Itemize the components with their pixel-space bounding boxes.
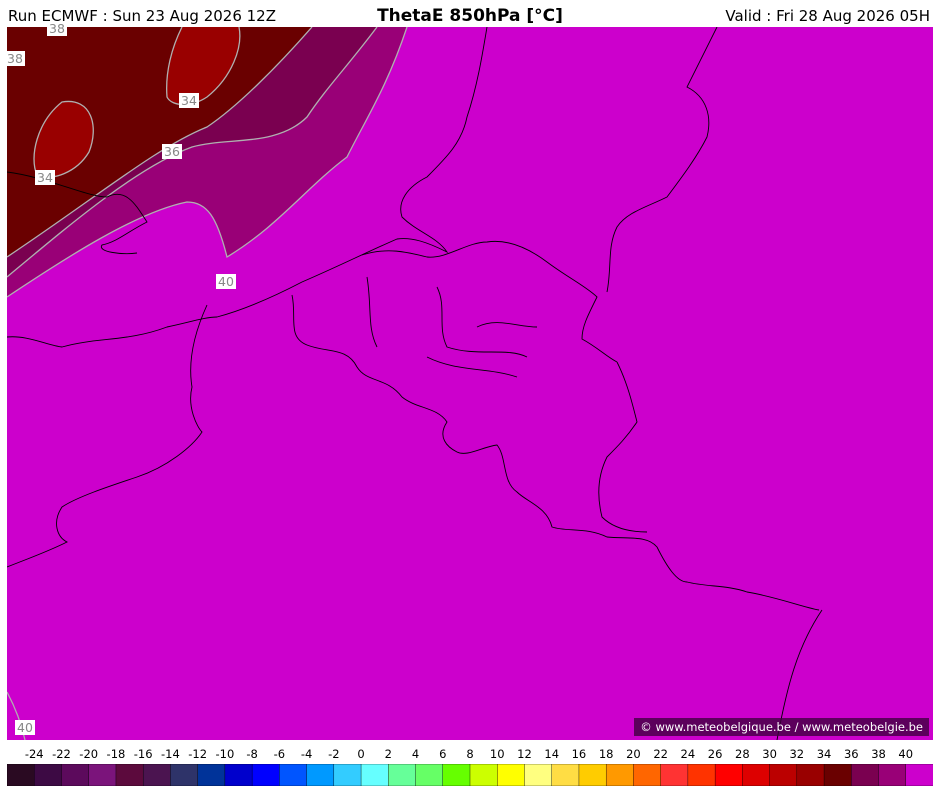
colorbar-swatch — [115, 763, 144, 787]
colorbar-swatch — [415, 763, 444, 787]
credit-label: © www.meteobelgique.be / www.meteobelgie… — [634, 718, 929, 736]
colorbar-swatch — [687, 763, 716, 787]
colorbar-swatch — [605, 763, 635, 787]
contour-label: 40 — [15, 720, 35, 735]
colorbar-tick-label: 18 — [598, 747, 614, 761]
colorbar-tick-label: 40 — [898, 747, 914, 761]
colorbar-swatch — [251, 763, 281, 787]
colorbar-swatch — [34, 763, 63, 787]
contour-label: 40 — [216, 274, 236, 289]
colorbar-tick-label: 16 — [571, 747, 587, 761]
colorbar-swatch — [660, 763, 689, 787]
colorbar-tick-label: 24 — [680, 747, 696, 761]
colorbar-swatch — [142, 763, 172, 787]
colorbar-swatch — [905, 763, 934, 787]
colorbar-swatch — [551, 763, 580, 787]
colorbar-tick-label: 14 — [544, 747, 560, 761]
forecast-map[interactable]: 38 38 34 36 34 40 40 © www.meteobelgique… — [5, 21, 933, 740]
colorbar-tick-label: -10 — [215, 747, 235, 761]
colorbar-swatch — [61, 763, 90, 787]
colorbar-swatch — [497, 763, 526, 787]
colorbar-tick-label: 2 — [384, 747, 392, 761]
colorbar-tick-label: 36 — [843, 747, 859, 761]
colorbar-tick-label: 4 — [411, 747, 420, 761]
contour-label: 34 — [35, 170, 55, 185]
colorbar-tick-label: 28 — [735, 747, 750, 761]
colorbar-tick-label: 8 — [466, 747, 474, 761]
colorbar-swatch — [442, 763, 471, 787]
colorbar-tick-label: 20 — [626, 747, 641, 761]
valid-time: Valid : Fri 28 Aug 2026 05H — [725, 7, 930, 25]
colorbar-tick-label: 12 — [517, 747, 532, 761]
colorbar-tick-label: 30 — [762, 747, 777, 761]
colorbar — [6, 763, 934, 787]
colorbar-tick-label: -4 — [300, 747, 313, 761]
colorbar-swatch — [796, 763, 825, 787]
contour-label: 38 — [5, 51, 25, 66]
contour-label: 38 — [47, 21, 67, 36]
colorbar-tick-label: 34 — [816, 747, 832, 761]
colorbar-swatch — [469, 763, 498, 787]
colorbar-swatch — [742, 763, 771, 787]
colorbar-swatch — [6, 763, 35, 787]
colorbar-tick-label: 38 — [871, 747, 886, 761]
colorbar-swatch — [851, 763, 880, 787]
contour-label: 34 — [179, 93, 199, 108]
map-canvas — [7, 27, 933, 740]
colorbar-swatch — [197, 763, 226, 787]
colorbar-swatch — [333, 763, 362, 787]
colorbar-tick-label: -24 — [24, 747, 44, 761]
colorbar-swatch — [878, 763, 907, 787]
colorbar-swatch — [388, 763, 417, 787]
colorbar-tick-label: -20 — [79, 747, 99, 761]
colorbar-swatches — [6, 763, 934, 787]
colorbar-tick-label: -22 — [52, 747, 71, 761]
colorbar-tick-labels: -24 -22 -20 -18 -16 -14 -12 -10 -8 -6 -4 -2 0 2 4 6 8 10 1… — [0, 747, 940, 763]
colorbar-tick-label: 10 — [489, 747, 505, 761]
colorbar-swatch — [714, 763, 744, 787]
colorbar-swatch — [524, 763, 553, 787]
colorbar-swatch — [360, 763, 389, 787]
colorbar-swatch — [633, 763, 662, 787]
colorbar-tick-label: -2 — [328, 747, 340, 761]
colorbar-tick-label: -16 — [133, 747, 153, 761]
colorbar-tick-label: -12 — [188, 747, 208, 761]
colorbar-tick-label: -6 — [273, 747, 286, 761]
colorbar-swatch — [306, 763, 335, 787]
colorbar-tick-label: 26 — [707, 747, 723, 761]
colorbar-tick-label: -8 — [246, 747, 258, 761]
colorbar-swatch — [88, 763, 117, 787]
colorbar-swatch — [823, 763, 852, 787]
colorbar-swatch — [769, 763, 798, 787]
colorbar-swatch — [170, 763, 199, 787]
colorbar-swatch — [224, 763, 253, 787]
contour-label: 36 — [162, 144, 182, 159]
colorbar-tick-label: 0 — [357, 747, 365, 761]
colorbar-tick-label: 6 — [439, 747, 447, 761]
colorbar-tick-label: -14 — [161, 747, 180, 761]
colorbar-swatch — [578, 763, 607, 787]
colorbar-swatch — [279, 763, 308, 787]
colorbar-tick-label: -18 — [106, 747, 126, 761]
colorbar-tick-label: 22 — [653, 747, 668, 761]
colorbar-tick-label: 32 — [789, 747, 805, 761]
